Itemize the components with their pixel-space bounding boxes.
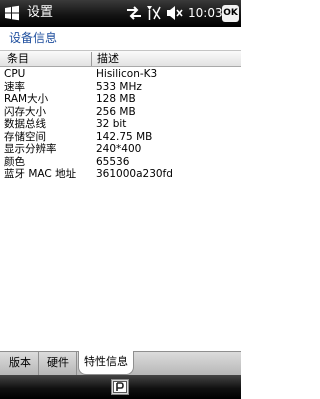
column-header-name[interactable]: 条目: [7, 52, 29, 66]
tab-feature-info[interactable]: 特性信息: [78, 351, 134, 375]
status-bar: 设置 10:03 OK: [0, 0, 241, 27]
row-label: 显示分辨率: [4, 143, 57, 155]
row-value: 142.75 MB: [96, 130, 153, 143]
row-value: 240*400: [96, 143, 142, 155]
table-row[interactable]: 蓝牙 MAC 地址 361000a230fd: [0, 168, 241, 181]
column-divider[interactable]: [91, 52, 92, 66]
row-label: RAM大小: [4, 93, 49, 105]
row-label: 闪存大小: [4, 105, 46, 118]
ok-button[interactable]: OK: [222, 5, 239, 22]
menu-bar: [0, 375, 241, 399]
row-label: 数据总线: [4, 118, 46, 130]
row-label: 蓝牙 MAC 地址: [4, 168, 77, 180]
row-label: CPU: [4, 68, 26, 80]
table-row[interactable]: 数据总线 32 bit: [0, 118, 241, 131]
signal-icon[interactable]: [146, 5, 162, 21]
row-value: 32 bit: [96, 118, 127, 130]
row-value: 361000a230fd: [96, 168, 173, 180]
column-header-description[interactable]: 描述: [97, 52, 119, 66]
table-row[interactable]: 速率 533 MHz: [0, 81, 241, 94]
connectivity-icon[interactable]: [125, 5, 143, 21]
row-label: 速率: [4, 80, 25, 93]
keyboard-input-icon[interactable]: [111, 379, 129, 395]
table-header: 条目 描述: [0, 50, 241, 67]
row-label: 存储空间: [4, 130, 46, 143]
page-title: 设备信息: [9, 31, 58, 45]
tab-version[interactable]: 版本: [2, 352, 39, 375]
table-row[interactable]: 闪存大小 256 MB: [0, 106, 241, 119]
row-value: 533 MHz: [96, 80, 142, 93]
clock[interactable]: 10:03: [188, 5, 223, 21]
app-title: 设置: [27, 5, 54, 20]
tab-hardware[interactable]: 硬件: [40, 352, 77, 375]
tab-bar: 版本 硬件 特性信息: [0, 351, 241, 375]
row-value: Hisilicon-K3: [96, 68, 158, 80]
row-value: 128 MB: [96, 93, 136, 105]
table-row[interactable]: RAM大小 128 MB: [0, 93, 241, 106]
table-row[interactable]: 存储空间 142.75 MB: [0, 131, 241, 144]
volume-muted-icon[interactable]: [166, 5, 183, 21]
table-row[interactable]: CPU Hisilicon-K3: [0, 68, 241, 81]
row-label: 颜色: [4, 155, 25, 168]
table-row[interactable]: 颜色 65536: [0, 156, 241, 169]
row-value: 65536: [96, 155, 130, 168]
info-list: CPU Hisilicon-K3 速率 533 MHz RAM大小 128 MB…: [0, 68, 241, 181]
windows-start-icon[interactable]: [4, 5, 20, 21]
table-row[interactable]: 显示分辨率 240*400: [0, 143, 241, 156]
row-value: 256 MB: [96, 105, 136, 118]
